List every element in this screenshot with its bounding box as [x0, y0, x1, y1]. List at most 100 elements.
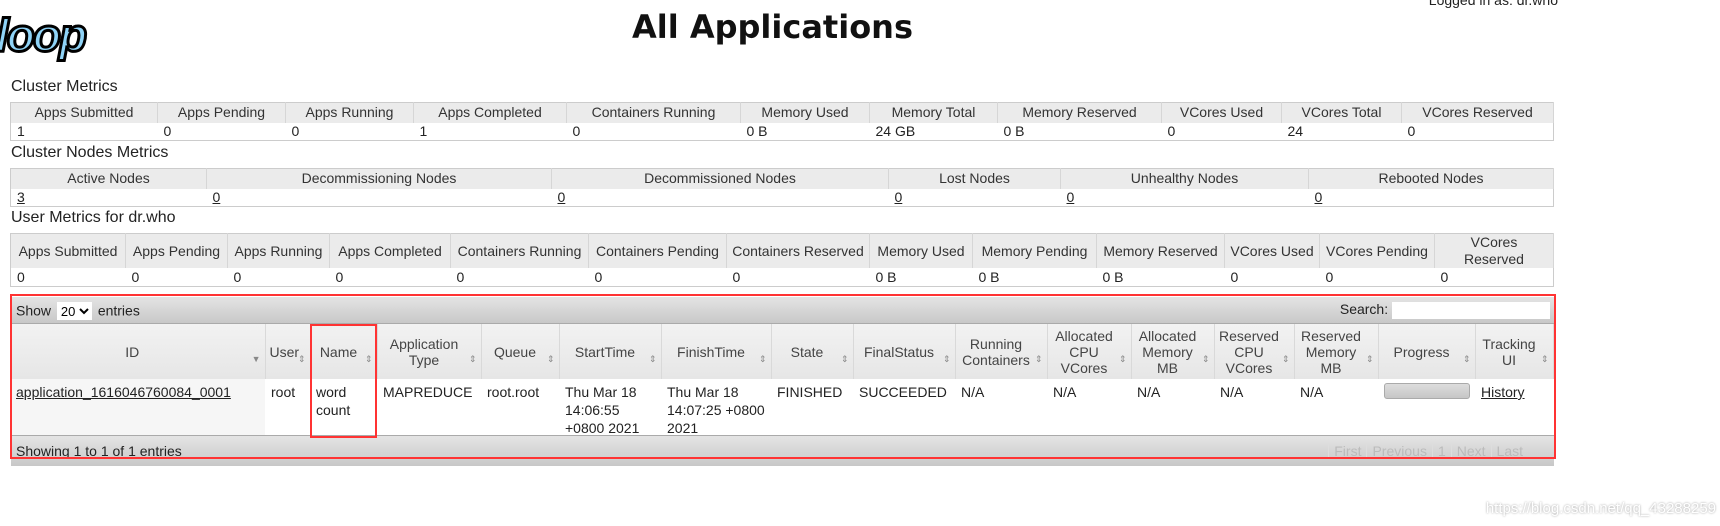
column-header[interactable]: State ⇕: [771, 324, 854, 379]
metric-header: Memory Used: [740, 102, 870, 123]
applications-table: ID ▼ User ⇕ Name ⇕ Application Type ⇕ Queue ⇕ Star…: [10, 324, 1554, 442]
metric-value: 24: [1287, 123, 1304, 140]
metric-header: Apps Pending: [125, 233, 228, 268]
metric-link[interactable]: 0: [213, 189, 221, 205]
column-header-label: State: [790, 343, 824, 360]
column-header-label: Application Type: [389, 335, 459, 368]
table-footer: Showing 1 to 1 of 1 entries First Previou…: [11, 435, 1554, 466]
metric-value: 0: [456, 268, 465, 285]
metric-link[interactable]: 0: [1315, 189, 1323, 205]
metric-link[interactable]: 0: [895, 189, 903, 205]
metric-value: 0 B: [1102, 268, 1124, 285]
sort-icon: ⇕: [840, 354, 849, 364]
sort-icon: ⇕: [1118, 354, 1127, 364]
column-header[interactable]: FinalStatus ⇕: [853, 324, 956, 379]
column-header[interactable]: Allocated Memory MB ⇕: [1131, 324, 1215, 379]
table-cell: N/A: [1047, 379, 1131, 442]
column-header[interactable]: Reserved Memory MB ⇕: [1294, 324, 1379, 379]
column-header-label: Tracking UI: [1482, 335, 1536, 368]
metric-value: 0 B: [978, 268, 1000, 285]
column-header[interactable]: User ⇕: [265, 324, 311, 379]
column-header[interactable]: Queue ⇕: [481, 324, 560, 379]
column-header-label: Allocated CPU VCores: [1055, 327, 1113, 376]
entries-select[interactable]: 20: [56, 302, 92, 320]
pager-previous-button[interactable]: Previous: [1366, 443, 1432, 459]
metric-value: 0: [732, 268, 741, 285]
metric-value: 0: [207, 189, 552, 207]
sort-icon: ⇕: [364, 354, 373, 364]
metric-header: Unhealthy Nodes: [1060, 168, 1309, 189]
metric-value: 0: [1167, 123, 1176, 140]
metric-value: 0: [594, 268, 603, 285]
metric-value: 0: [1309, 189, 1554, 207]
table-cell: FINISHED: [771, 379, 853, 442]
pagination: First Previous 1 Next Last: [1328, 443, 1528, 459]
metric-value: 0: [552, 189, 889, 207]
metric-value: 0: [1230, 268, 1239, 285]
metric-header: Memory Pending: [972, 233, 1097, 268]
metric-header: VCores Used: [1161, 102, 1282, 123]
metric-header: Decommissioned Nodes: [551, 168, 889, 189]
metric-header: VCores Reserved: [1401, 102, 1554, 123]
entries-info: Showing 1 to 1 of 1 entries: [16, 443, 182, 459]
metric-header: Apps Submitted: [10, 102, 158, 123]
metric-value: 24 GB: [875, 123, 916, 140]
metric-header: Memory Total: [869, 102, 998, 123]
user-metrics-table: Apps Submitted Apps Pending Apps Running Ap…: [10, 233, 1554, 287]
tracking-history-link[interactable]: History: [1481, 384, 1525, 400]
watermark: https://blog.csdn.net/qq_43288259: [1485, 500, 1716, 517]
column-header[interactable]: StartTime ⇕: [559, 324, 662, 379]
column-header-label: FinishTime: [677, 343, 745, 360]
pager-first-button[interactable]: First: [1328, 443, 1367, 459]
sort-icon: ⇕: [648, 354, 657, 364]
metric-value: 0 B: [875, 268, 897, 285]
application-id-link[interactable]: application_1616046760084_0001: [16, 384, 231, 400]
metric-value: 0: [1407, 123, 1416, 140]
column-header-label: Queue: [493, 343, 537, 360]
metric-value: 0: [572, 123, 581, 140]
column-header-label: Running Containers: [962, 335, 1030, 368]
metric-header: Containers Running: [566, 102, 741, 123]
pager-1-button[interactable]: 1: [1431, 443, 1451, 459]
column-header-label: Reserved CPU VCores: [1219, 327, 1279, 376]
sort-icon: ⇕: [1462, 354, 1471, 364]
cluster-metrics-table: Apps Submitted Apps Pending Apps Running Ap…: [10, 102, 1554, 141]
metric-header: Apps Completed: [329, 233, 451, 268]
column-header[interactable]: Application Type ⇕: [377, 324, 482, 379]
table-row: application_1616046760084_0001 root word c…: [10, 379, 1553, 442]
table-cell: N/A: [1294, 379, 1378, 442]
metric-value: 0: [163, 123, 172, 140]
column-header[interactable]: Running Containers ⇕: [955, 324, 1048, 379]
cluster-nodes-table: Active Nodes Decommissioning Nodes Decommi…: [10, 168, 1554, 207]
column-header[interactable]: Reserved CPU VCores ⇕: [1214, 324, 1295, 379]
column-header-label: StartTime: [574, 343, 636, 360]
table-cell: root: [265, 379, 310, 442]
sort-icon: ⇕: [1034, 354, 1043, 364]
column-header[interactable]: FinishTime ⇕: [661, 324, 772, 379]
metric-header: Active Nodes: [10, 168, 207, 189]
page-title: All Applications: [632, 8, 913, 46]
metric-link[interactable]: 0: [558, 189, 566, 205]
metric-value: 3: [11, 189, 207, 207]
metric-header: Apps Running: [285, 102, 414, 123]
search-label: Search:: [1339, 301, 1389, 317]
user-metrics-heading: User Metrics for dr.who: [11, 209, 176, 226]
table-toolbar: Show 20 entries Search:: [11, 297, 1554, 324]
column-header[interactable]: Name ⇕: [310, 324, 378, 379]
column-header[interactable]: Allocated CPU VCores ⇕: [1047, 324, 1132, 379]
column-header[interactable]: Tracking UI ⇕: [1475, 324, 1554, 379]
metric-header: Apps Completed: [413, 102, 567, 123]
pager-last-button[interactable]: Last: [1490, 443, 1528, 459]
entries-label: entries: [97, 302, 140, 319]
sort-icon: ⇕: [468, 354, 477, 364]
pager-next-button[interactable]: Next: [1450, 443, 1491, 459]
metric-header: Apps Pending: [157, 102, 286, 123]
table-cell: History: [1475, 379, 1553, 442]
table-cell: N/A: [955, 379, 1047, 442]
table-cell: Thu Mar 18 14:06:55 +0800 2021: [559, 379, 661, 442]
metric-link[interactable]: 0: [1067, 189, 1075, 205]
column-header[interactable]: ID ▼: [10, 324, 266, 379]
metric-link[interactable]: 3: [17, 189, 25, 205]
search-input[interactable]: [1392, 301, 1550, 319]
column-header[interactable]: Progress ⇕: [1378, 324, 1476, 379]
